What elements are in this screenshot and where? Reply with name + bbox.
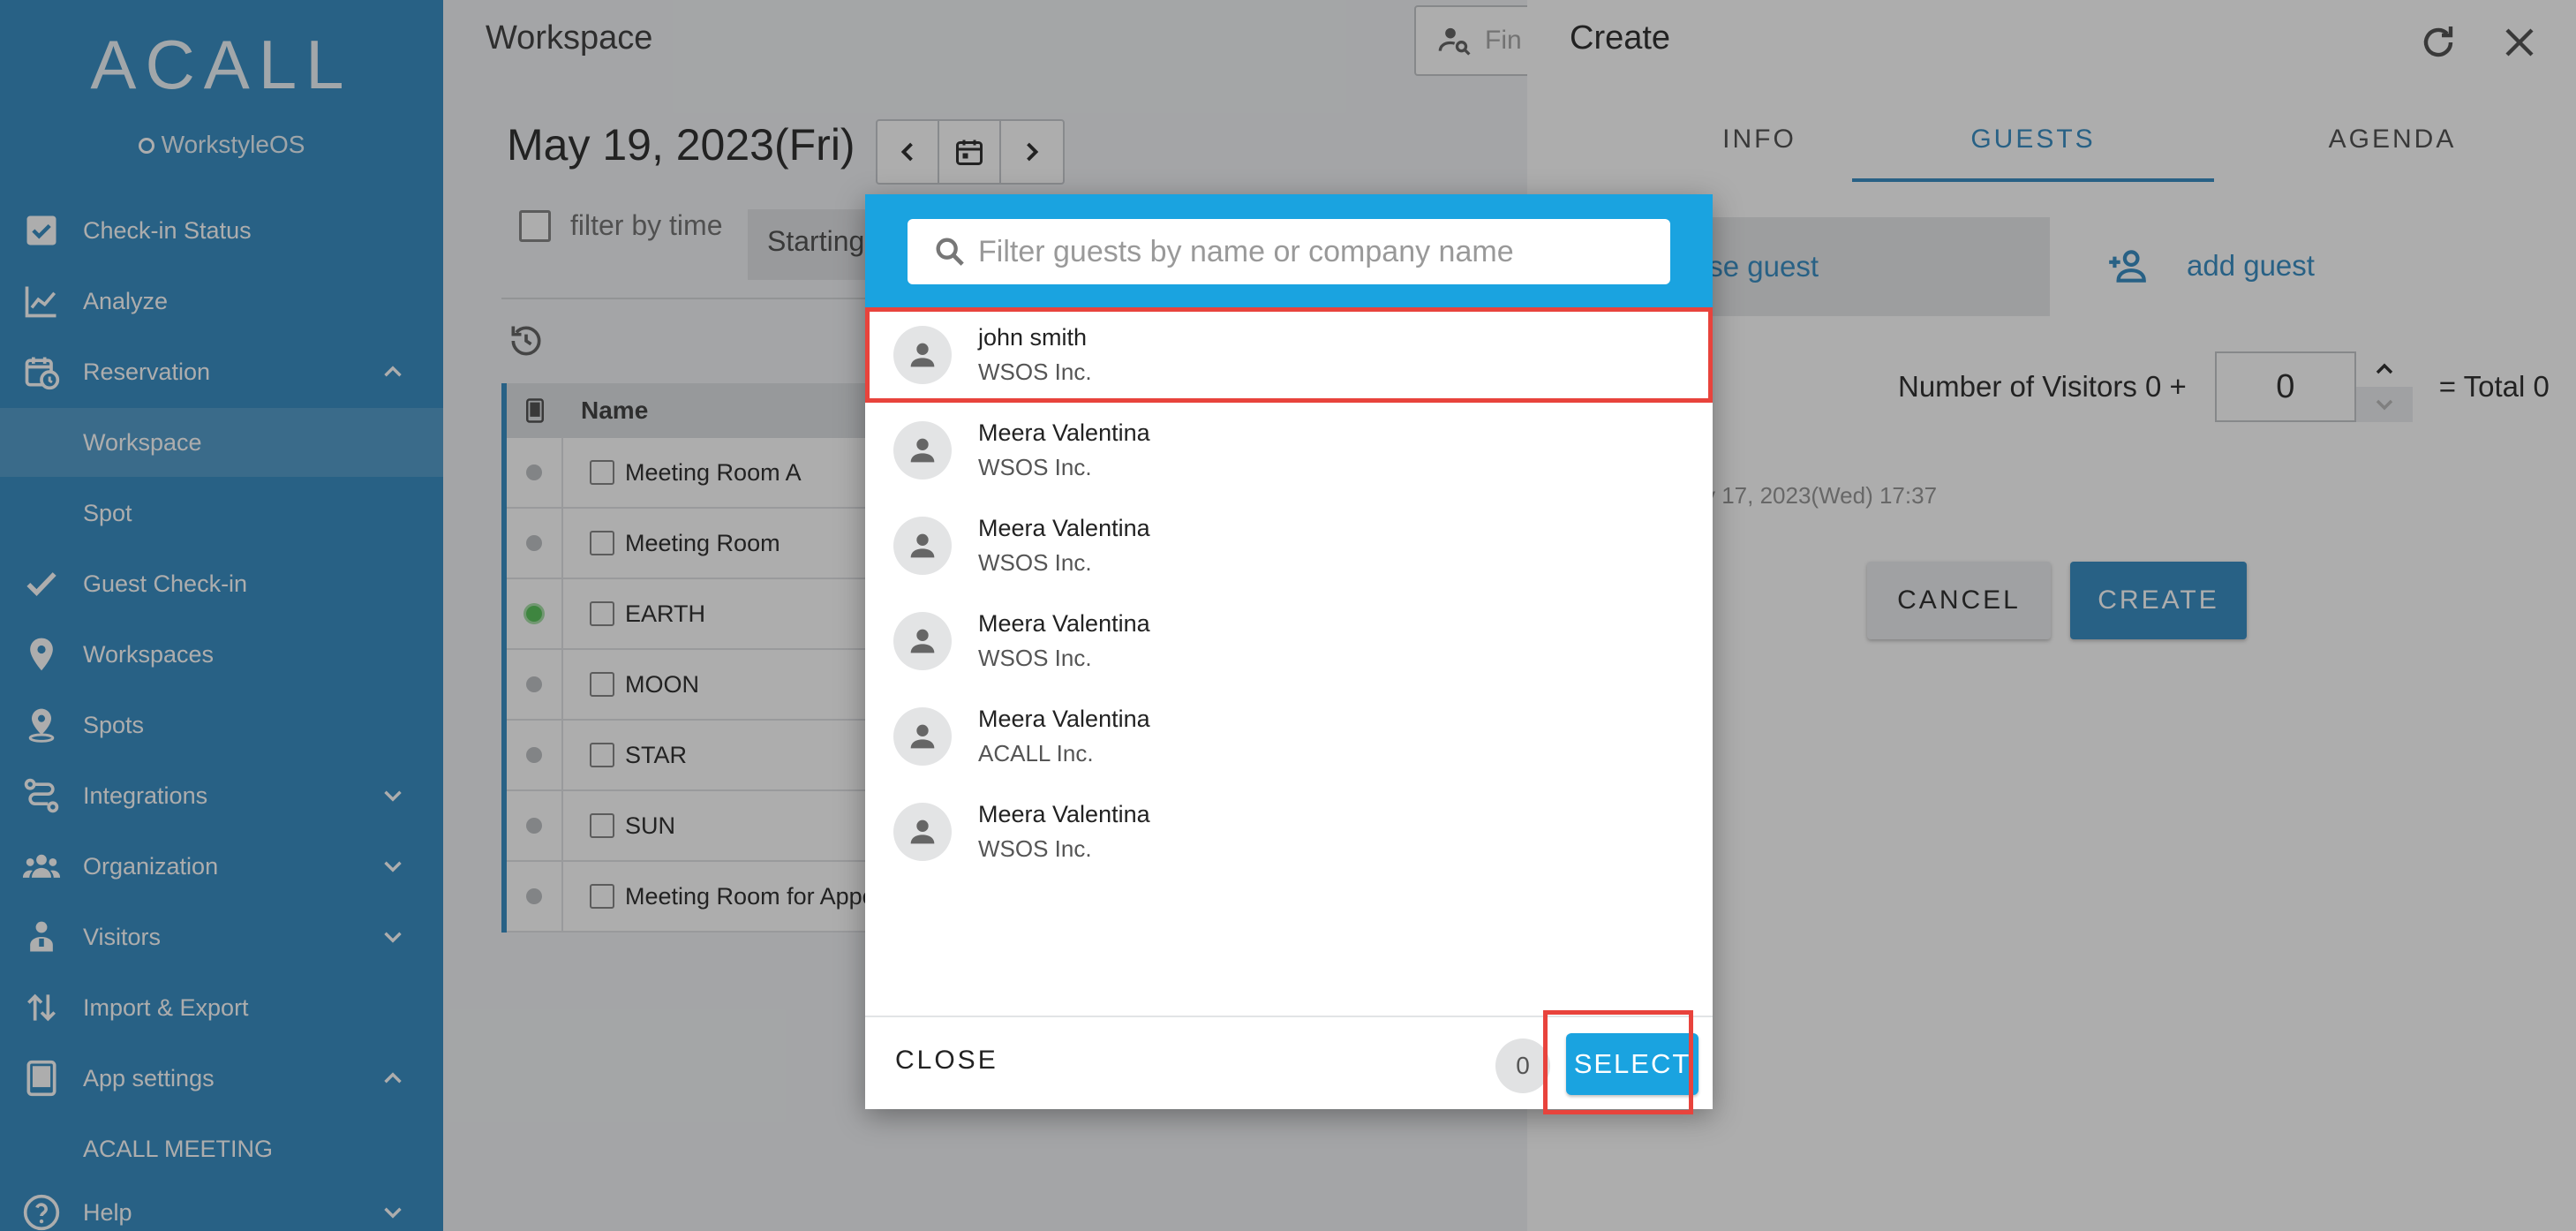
guest-list-item[interactable]: Meera Valentina WSOS Inc.: [865, 593, 1713, 689]
close-button[interactable]: CLOSE: [895, 1046, 998, 1076]
guest-name: Meera Valentina: [978, 515, 1150, 541]
person-icon: [910, 438, 935, 463]
guest-list: john smith WSOS Inc. Meera Valentina WSOS …: [865, 307, 1713, 880]
guest-name: john smith: [978, 324, 1088, 351]
guest-name: Meera Valentina: [978, 610, 1150, 637]
guest-list-item[interactable]: Meera Valentina ACALL Inc.: [865, 689, 1713, 784]
person-icon: [910, 629, 935, 653]
avatar: [893, 517, 952, 575]
avatar: [893, 707, 952, 766]
person-icon: [910, 724, 935, 749]
guest-company: WSOS Inc.: [978, 549, 1092, 576]
guest-list-item[interactable]: john smith WSOS Inc.: [865, 307, 1713, 403]
guest-company: WSOS Inc.: [978, 835, 1092, 862]
guest-list-item[interactable]: Meera Valentina WSOS Inc.: [865, 784, 1713, 880]
guest-list-item[interactable]: Meera Valentina WSOS Inc.: [865, 403, 1713, 498]
guest-search-input[interactable]: [978, 234, 1649, 269]
search-icon: [936, 238, 964, 266]
guest-name: Meera Valentina: [978, 419, 1150, 446]
guest-name: Meera Valentina: [978, 801, 1150, 827]
guest-company: WSOS Inc.: [978, 645, 1092, 671]
avatar: [893, 421, 952, 480]
guest-company: WSOS Inc.: [978, 454, 1092, 480]
guest-search-field[interactable]: [908, 219, 1670, 284]
avatar: [893, 803, 952, 861]
person-icon: [910, 343, 935, 367]
person-icon: [910, 533, 935, 558]
guest-company: WSOS Inc.: [978, 359, 1092, 385]
dialog-header: [865, 194, 1713, 307]
person-icon: [910, 819, 935, 844]
guest-name: Meera Valentina: [978, 706, 1150, 732]
guest-list-item[interactable]: Meera Valentina WSOS Inc.: [865, 498, 1713, 593]
avatar: [893, 612, 952, 670]
select-button-highlight: [1543, 1010, 1693, 1114]
selected-count-badge: 0: [1495, 1038, 1550, 1093]
guest-company: ACALL Inc.: [978, 740, 1094, 767]
guest-picker-dialog: john smith WSOS Inc. Meera Valentina WSOS …: [865, 194, 1713, 1114]
avatar: [893, 326, 952, 384]
